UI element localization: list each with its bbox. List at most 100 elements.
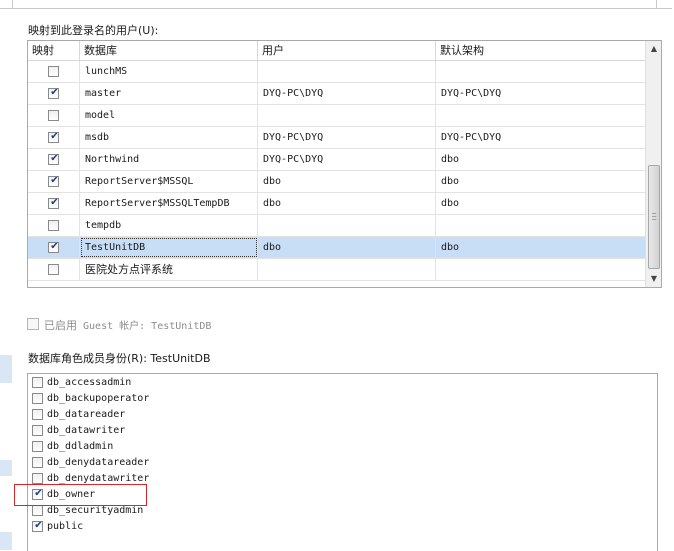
checkmark-icon: ✔ [50,87,59,98]
map-cell: ✔ [28,149,80,170]
checkmark-icon: ✔ [50,197,59,208]
role-name: db_datareader [47,409,126,420]
map-cell: ✔ [28,83,80,104]
role-checkbox[interactable] [32,377,43,388]
scroll-up-arrow-icon[interactable]: ▲ [646,41,661,57]
role-item[interactable]: db_datareader [28,407,228,423]
grid-row[interactable]: ✔ TestUnitDBdbodbo... [28,237,645,259]
role-checkbox[interactable]: ✔ [32,520,43,532]
role-item[interactable]: db_backupoperator [28,391,228,407]
default-schema-cell[interactable]: dbo... [436,237,645,258]
database-cell[interactable]: 医院处方点评系统 [80,259,258,280]
user-cell[interactable] [258,61,436,82]
column-header-map[interactable]: 映射 [28,41,80,60]
user-cell[interactable]: DYQ-PC\DYQ [258,149,436,170]
default-schema-text: DYQ-PC\DYQ [441,132,502,143]
role-checkbox[interactable] [32,473,43,484]
grid-rows: lunchMS✔masterDYQ-PC\DYQDYQ-PC\DYQ...mod… [28,61,645,281]
map-checkbox[interactable] [48,264,59,275]
database-cell[interactable]: ReportServer$MSSQL [80,171,258,192]
default-schema-cell[interactable]: DYQ-PC\DYQ... [436,127,645,148]
database-cell[interactable]: Northwind [80,149,258,170]
grid-row[interactable]: lunchMS [28,61,645,83]
map-cell [28,259,80,280]
database-cell[interactable]: msdb [80,127,258,148]
default-schema-cell[interactable] [436,61,645,82]
role-name: db_datawriter [47,425,126,436]
db-owner-highlight-box [14,484,147,506]
role-checkbox[interactable] [32,441,43,452]
database-cell[interactable]: TestUnitDB [80,237,258,258]
map-checkbox[interactable]: ✔ [48,241,59,253]
role-name: db_ddladmin [47,441,114,452]
map-cell: ✔ [28,193,80,214]
grid-row[interactable]: ✔ ReportServer$MSSQLdbodbo... [28,171,645,193]
database-cell[interactable]: model [80,105,258,126]
grid-row[interactable]: tempdb [28,215,645,237]
role-checkbox[interactable] [32,457,43,468]
grid-row[interactable]: ✔ ReportServer$MSSQLTempDBdbodbo... [28,193,645,215]
user-cell[interactable]: DYQ-PC\DYQ [258,83,436,104]
grid-vertical-scrollbar[interactable]: ▲ – – – ▼ [645,41,661,287]
default-schema-cell[interactable] [436,215,645,236]
user-cell[interactable]: DYQ-PC\DYQ [258,127,436,148]
grid-row[interactable]: ✔ NorthwindDYQ-PC\DYQdbo... [28,149,645,171]
user-cell[interactable] [258,215,436,236]
scroll-thumb[interactable]: – – – [648,165,660,269]
column-header-database[interactable]: 数据库 [80,41,258,60]
role-item[interactable]: db_ddladmin [28,439,228,455]
default-schema-cell[interactable] [436,259,645,280]
guest-enabled-checkbox [27,318,39,330]
map-checkbox[interactable]: ✔ [48,87,59,99]
map-checkbox[interactable] [48,66,59,77]
role-checkbox[interactable] [32,409,43,420]
default-schema-cell[interactable]: dbo... [436,171,645,192]
map-checkbox[interactable] [48,220,59,231]
default-schema-cell[interactable]: dbo... [436,149,645,170]
map-checkbox[interactable]: ✔ [48,197,59,209]
grid-row[interactable]: ✔msdbDYQ-PC\DYQDYQ-PC\DYQ... [28,127,645,149]
top-frame [0,0,672,9]
role-item[interactable]: db_accessadmin [28,375,228,391]
checkmark-icon: ✔ [50,175,59,186]
map-checkbox[interactable]: ✔ [48,175,59,187]
database-cell[interactable]: lunchMS [80,61,258,82]
grip-icon: – – – [652,209,657,223]
map-checkbox[interactable] [48,110,59,121]
role-item[interactable]: db_denydatareader [28,455,228,471]
user-cell[interactable] [258,105,436,126]
default-schema-cell[interactable] [436,105,645,126]
column-header-user[interactable]: 用户 [258,41,436,60]
grid-row[interactable]: 医院处方点评系统 [28,259,645,281]
user-cell[interactable]: dbo [258,237,436,258]
scroll-down-arrow-icon[interactable]: ▼ [646,271,661,287]
database-cell[interactable]: ReportServer$MSSQLTempDB [80,193,258,214]
map-cell [28,105,80,126]
role-membership-list[interactable]: db_accessadmin db_backupoperator db_datare… [27,373,658,551]
grid-row[interactable]: ✔ masterDYQ-PC\DYQDYQ-PC\DYQ... [28,83,645,105]
user-cell[interactable] [258,259,436,280]
role-checkbox[interactable] [32,393,43,404]
roles-label: 数据库角色成员身份(R): TestUnitDB [28,352,211,365]
role-item[interactable]: ✔ public [28,519,228,535]
role-item[interactable]: db_datawriter [28,423,228,439]
guest-text: Guest 帐户: TestUnitDB [77,321,212,332]
user-cell[interactable]: dbo [258,193,436,214]
database-cell[interactable]: tempdb [80,215,258,236]
map-checkbox[interactable]: ✔ [48,131,59,143]
role-name: public [47,521,84,532]
default-schema-cell[interactable]: dbo... [436,193,645,214]
role-name: db_backupoperator [47,393,150,404]
map-checkbox[interactable]: ✔ [48,153,59,165]
map-cell [28,61,80,82]
role-checkbox[interactable] [32,425,43,436]
database-cell[interactable]: master [80,83,258,104]
grid-row[interactable]: model [28,105,645,127]
user-mapping-grid[interactable]: 映射 数据库 用户 默认架构 lunchMS ✔ master DYQ-PC\DYQ D… [27,40,662,288]
default-schema-cell[interactable]: DYQ-PC\DYQ... [436,83,645,104]
checkmark-icon: ✔ [50,241,59,252]
user-cell[interactable]: dbo [258,171,436,192]
column-header-default-schema[interactable]: 默认架构 [436,41,645,60]
role-checkbox[interactable] [32,505,43,516]
side-panel-edge [0,460,12,476]
